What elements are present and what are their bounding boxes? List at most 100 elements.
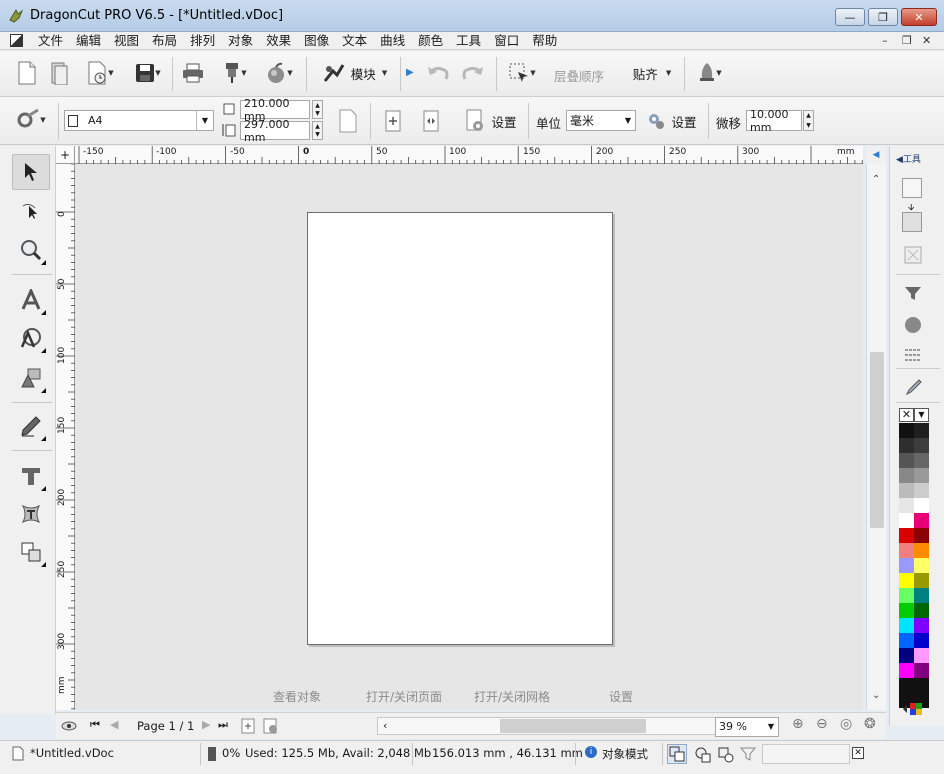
mdi-close-icon[interactable]: ✕ xyxy=(922,34,931,47)
color-swatch[interactable] xyxy=(899,678,914,693)
color-swatch[interactable] xyxy=(899,618,914,633)
expand-arrow-icon[interactable]: ▶ xyxy=(406,67,414,78)
redo-button[interactable] xyxy=(458,60,488,86)
recent-files-button[interactable]: ▼ xyxy=(82,60,118,86)
scroll-up-icon[interactable]: ⌃ xyxy=(872,174,880,185)
color-swatch[interactable] xyxy=(914,558,929,573)
scroll-down-icon[interactable]: ⌄ xyxy=(872,690,880,701)
color-swatch[interactable] xyxy=(914,468,929,483)
plugin-button[interactable]: ▼ xyxy=(260,60,298,86)
horizontal-scrollbar[interactable]: ‹ › xyxy=(377,717,767,735)
eyedropper-icon[interactable] xyxy=(904,378,922,396)
fit-page-button[interactable] xyxy=(418,107,444,135)
color-swatch[interactable] xyxy=(914,483,929,498)
document-page[interactable] xyxy=(307,212,613,645)
color-swatch[interactable] xyxy=(899,573,914,588)
minimize-button[interactable]: — xyxy=(835,8,865,26)
menu-edit[interactable]: 编辑 xyxy=(73,33,107,49)
color-swatch[interactable] xyxy=(899,663,914,678)
line-style-icon[interactable] xyxy=(904,346,922,364)
maximize-button[interactable]: ❐ xyxy=(868,8,898,26)
snap-grid-icon[interactable] xyxy=(717,746,735,764)
color-swatch[interactable] xyxy=(899,543,914,558)
color-swatch[interactable] xyxy=(914,648,929,663)
no-fill-swatch[interactable]: ▼ xyxy=(914,408,929,422)
menu-effects[interactable]: 效果 xyxy=(263,33,297,49)
module-button[interactable]: 模块 ▼ xyxy=(320,60,390,86)
toggle-grid-button[interactable]: 打开/关闭网格 xyxy=(474,688,550,705)
color-swatch[interactable] xyxy=(914,633,929,648)
funnel-icon[interactable] xyxy=(904,284,922,302)
snap-objects-icon[interactable] xyxy=(694,746,712,764)
color-swatch[interactable] xyxy=(899,468,914,483)
portrait-orientation-button[interactable] xyxy=(334,107,362,135)
nudge-spinner[interactable]: ▲ ▼ xyxy=(803,110,814,131)
page-properties-icon[interactable] xyxy=(263,718,279,734)
color-swatch[interactable] xyxy=(899,438,914,453)
ruler-origin[interactable]: + xyxy=(56,146,75,164)
menu-color[interactable]: 颜色 xyxy=(415,33,449,49)
color-swatch[interactable] xyxy=(899,633,914,648)
undo-button[interactable] xyxy=(423,60,453,86)
open-document-button[interactable] xyxy=(46,60,72,86)
color-swatch[interactable] xyxy=(899,483,914,498)
fill-color-swatch[interactable] xyxy=(902,178,922,198)
artistic-text-tool[interactable] xyxy=(12,458,50,494)
mdi-minimize-icon[interactable]: – xyxy=(882,34,888,47)
menu-file[interactable]: 文件 xyxy=(35,33,69,49)
menu-text[interactable]: 文本 xyxy=(339,33,373,49)
color-swatch[interactable] xyxy=(914,573,929,588)
close-button[interactable]: ✕ xyxy=(901,8,937,26)
color-swatch[interactable] xyxy=(914,603,929,618)
pick-tool[interactable] xyxy=(12,154,50,190)
color-swatch[interactable] xyxy=(899,423,914,438)
envelope-tool[interactable] xyxy=(12,496,50,532)
add-page-button[interactable] xyxy=(380,107,406,135)
first-page-icon[interactable]: ⏮ xyxy=(90,718,100,732)
menu-window[interactable]: 窗口 xyxy=(491,33,525,49)
eye-icon[interactable] xyxy=(61,719,77,733)
color-swatch[interactable] xyxy=(899,558,914,573)
layer-order-button[interactable]: 层叠顺序 xyxy=(554,66,604,85)
color-swatch[interactable] xyxy=(899,528,914,543)
mdi-restore-icon[interactable]: ❐ xyxy=(902,34,912,47)
pen-tool[interactable] xyxy=(12,408,50,444)
menu-curve[interactable]: 曲线 xyxy=(377,33,411,49)
page-width-input[interactable]: 210.000 mm xyxy=(240,97,310,123)
outline-color-swatch[interactable] xyxy=(902,212,922,232)
last-page-icon[interactable]: ⏭ xyxy=(218,718,228,732)
collapse-panel-button[interactable]: ◀ xyxy=(866,146,886,164)
toggle-page-button[interactable]: 打开/关闭页面 xyxy=(366,688,442,705)
zoom-page-icon[interactable]: ◎ xyxy=(840,716,852,732)
scroll-left-icon[interactable]: ‹ xyxy=(383,719,387,732)
color-swatch[interactable] xyxy=(899,648,914,663)
shape-tool[interactable] xyxy=(12,360,50,396)
scroll-thumb[interactable] xyxy=(870,352,884,528)
page-height-spinner[interactable]: ▲ ▼ xyxy=(312,121,323,140)
menu-help[interactable]: 帮助 xyxy=(529,33,563,49)
zoom-in-icon[interactable]: ⊕ xyxy=(792,716,804,732)
circle-shape-icon[interactable] xyxy=(904,316,922,334)
color-swatch[interactable] xyxy=(914,453,929,468)
menu-arrange[interactable]: 排列 xyxy=(187,33,221,49)
menu-object[interactable]: 对象 xyxy=(225,33,259,49)
add-page-icon[interactable] xyxy=(241,718,255,734)
color-swatch[interactable] xyxy=(914,438,929,453)
color-swatch[interactable] xyxy=(914,528,929,543)
page-size-select[interactable]: A4 ▼ xyxy=(64,110,214,131)
menu-layout[interactable]: 布局 xyxy=(149,33,183,49)
select-mode-button[interactable]: ▼ xyxy=(504,60,540,86)
cut-device-button[interactable]: ▼ xyxy=(218,60,252,86)
color-swatch[interactable] xyxy=(914,588,929,603)
zoom-tool[interactable] xyxy=(12,232,50,268)
snap-nodes-button[interactable] xyxy=(667,744,687,764)
print-button[interactable] xyxy=(180,60,206,86)
color-swatch[interactable] xyxy=(914,543,929,558)
color-swatch[interactable] xyxy=(899,513,914,528)
zoom-out-icon[interactable]: ⊖ xyxy=(816,716,828,732)
next-page-icon[interactable]: ▶ xyxy=(202,718,210,731)
swap-colors-icon[interactable] xyxy=(904,246,922,264)
color-swatch[interactable] xyxy=(899,453,914,468)
vertical-ruler[interactable]: 0 50 100 150 200 250 300 mm xyxy=(56,164,75,710)
color-swatch[interactable] xyxy=(914,618,929,633)
